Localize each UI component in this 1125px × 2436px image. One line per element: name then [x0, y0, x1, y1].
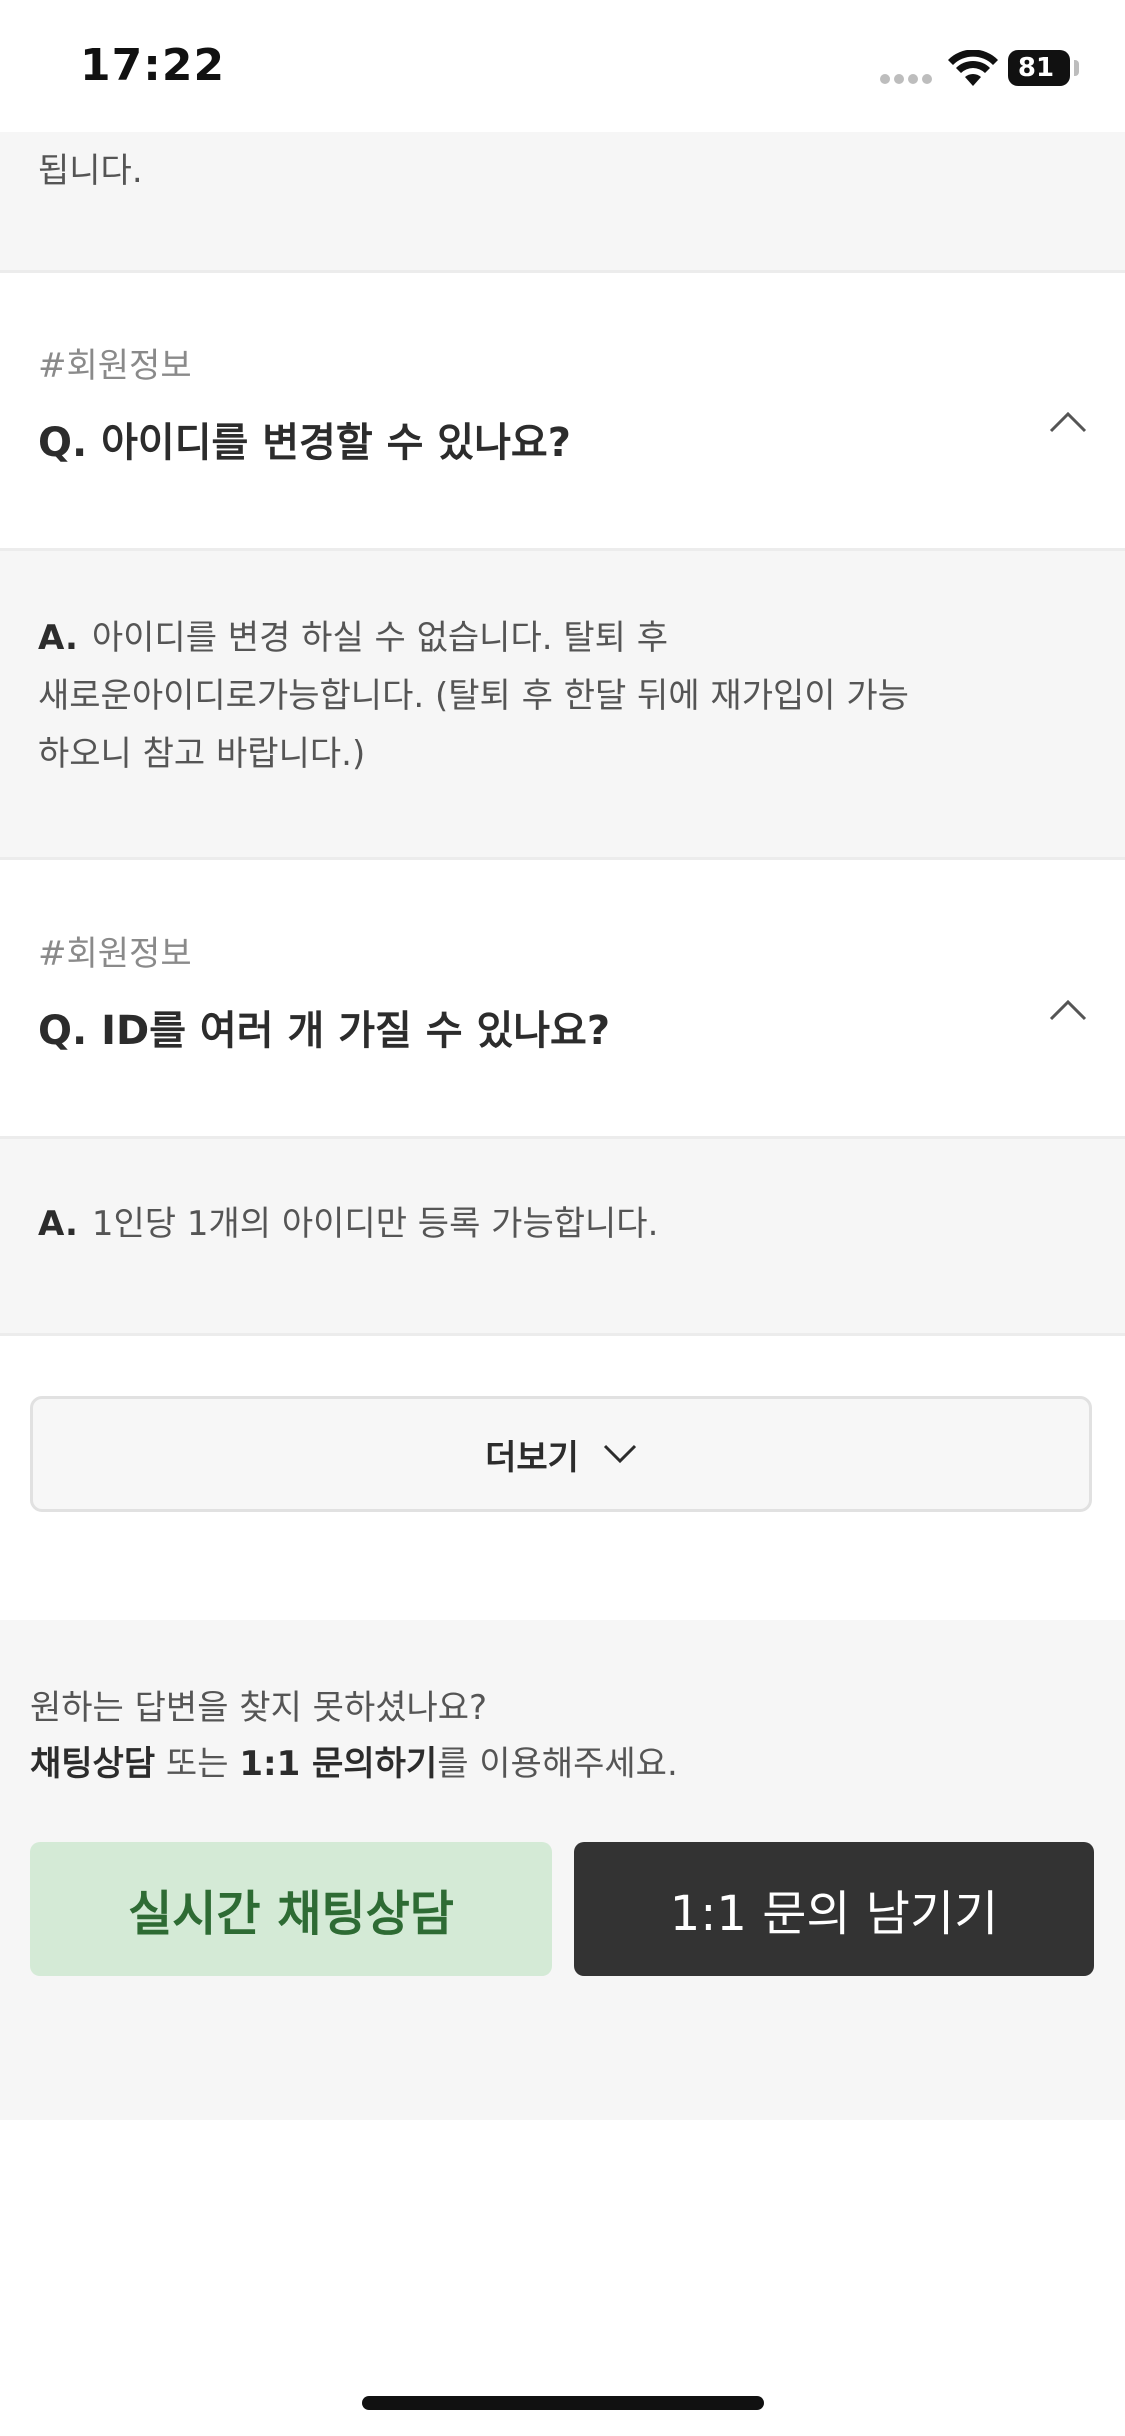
chevron-down-icon [603, 1444, 636, 1464]
answer-text: 아이디를 변경 하실 수 없습니다. 탈퇴 후 [91, 618, 669, 658]
answer-line-1: A. 아이디를 변경 하실 수 없습니다. 탈퇴 후 [38, 609, 668, 667]
answer-line-1: A. 1인당 1개의 아이디만 등록 가능합니다. [38, 1195, 658, 1253]
help-end: 를 이용해주세요. [437, 1744, 678, 1784]
faq-question: Q. 아이디를 변경할 수 있나요? [38, 420, 571, 466]
battery-level: 81 [1017, 53, 1055, 83]
help-instruction: 채팅상담 또는 1:1 문의하기를 이용해주세요. [30, 1736, 678, 1785]
divider [0, 270, 1125, 273]
signal-icon [880, 74, 934, 88]
home-indicator[interactable] [362, 2396, 764, 2410]
faq-question: Q. ID를 여러 개 가질 수 있나요? [38, 1008, 611, 1054]
help-section: 원하는 답변을 찾지 못하셨나요? 채팅상담 또는 1:1 문의하기를 이용해주… [0, 1620, 1125, 2120]
help-or: 또는 [155, 1744, 240, 1784]
live-chat-button[interactable]: 실시간 채팅상담 [30, 1842, 552, 1976]
status-bar: 17:22 81 [0, 0, 1125, 132]
answer-prefix: A. [38, 1204, 78, 1244]
divider [0, 1333, 1125, 1336]
help-inquiry-label: 1:1 문의하기 [239, 1744, 438, 1784]
answer-panel: A. 아이디를 변경 하실 수 없습니다. 탈퇴 후 새로운아이디로가능합니다. … [0, 551, 1125, 857]
answer-line-2: 새로운아이디로가능합니다. (탈퇴 후 한달 뒤에 재가입이 가능 [38, 676, 909, 716]
wifi-icon [948, 50, 998, 86]
status-time: 17:22 [80, 40, 226, 91]
answer-prefix: A. [38, 618, 78, 658]
chevron-up-icon[interactable] [1048, 410, 1088, 434]
faq-tag: #회원정보 [38, 346, 192, 386]
more-label: 더보기 [485, 1437, 579, 1478]
answer-text: 됩니다. [38, 151, 143, 191]
chevron-up-icon[interactable] [1048, 998, 1088, 1022]
help-question: 원하는 답변을 찾지 못하셨나요? [30, 1688, 488, 1728]
inquiry-button[interactable]: 1:1 문의 남기기 [574, 1842, 1094, 1976]
answer-text: 1인당 1개의 아이디만 등록 가능합니다. [91, 1204, 659, 1244]
answer-line-3: 하오니 참고 바랍니다.) [38, 734, 366, 774]
divider [0, 857, 1125, 860]
help-chat-label: 채팅상담 [30, 1744, 156, 1784]
more-button[interactable]: 더보기 [30, 1396, 1092, 1512]
battery-cap [1074, 60, 1079, 76]
answer-panel-partial: 됩니다. [0, 132, 1125, 270]
faq-tag: #회원정보 [38, 934, 192, 974]
battery-icon: 81 [1008, 50, 1070, 86]
answer-panel: A. 1인당 1개의 아이디만 등록 가능합니다. [0, 1139, 1125, 1333]
